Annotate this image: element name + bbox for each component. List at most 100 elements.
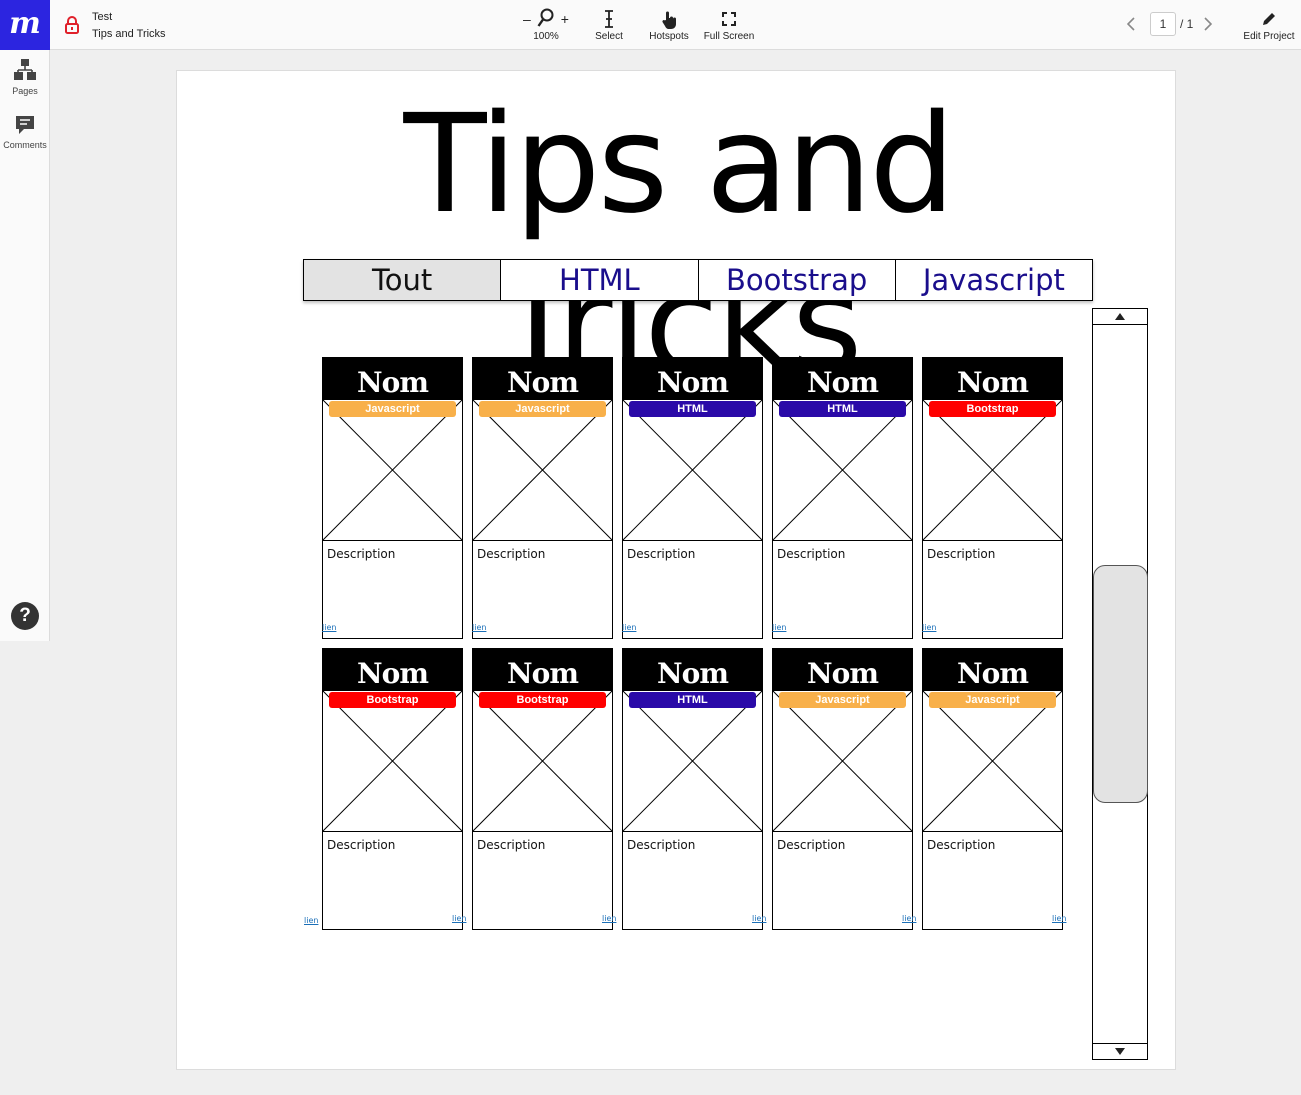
image-placeholder: [773, 400, 912, 540]
tip-card[interactable]: Nom Bootstrap Description: [922, 357, 1063, 639]
card-description-text: Description: [927, 547, 996, 561]
hand-pointer-icon: [644, 8, 694, 30]
card-link[interactable]: lien: [622, 623, 636, 632]
card-description: Description: [923, 831, 1062, 929]
hotspots-label: Hotspots: [649, 31, 689, 42]
card-link[interactable]: lien: [902, 914, 916, 923]
card-tag-badge: Javascript: [479, 401, 606, 417]
scrollbar-thumb[interactable]: [1093, 565, 1148, 803]
zoom-in-button[interactable]: +: [561, 11, 569, 27]
card-link[interactable]: lien: [1052, 914, 1066, 923]
image-placeholder: [323, 691, 462, 831]
tip-card[interactable]: Nom HTML Description: [622, 357, 763, 639]
card-tag-badge: Javascript: [779, 692, 906, 708]
card-tag-badge: Bootstrap: [479, 692, 606, 708]
card-description: Description: [773, 540, 912, 638]
tip-card[interactable]: Nom Javascript Description: [322, 357, 463, 639]
card-link[interactable]: lien: [752, 914, 766, 923]
scroll-down-arrow-icon[interactable]: [1093, 1043, 1147, 1059]
card-description-text: Description: [927, 838, 996, 852]
card-description: Description: [473, 540, 612, 638]
image-placeholder: [323, 400, 462, 540]
zoom-icon: [537, 8, 555, 31]
tab-javascript[interactable]: Javascript: [896, 260, 1092, 300]
page-navigator: 1 / 1: [1124, 12, 1215, 36]
tip-card[interactable]: Nom Javascript Description: [472, 357, 613, 639]
card-link[interactable]: lien: [602, 914, 616, 923]
tab-html[interactable]: HTML: [501, 260, 699, 300]
page-total: / 1: [1180, 17, 1194, 31]
sidebar-item-comments[interactable]: Comments: [0, 114, 50, 150]
tip-card[interactable]: Nom Javascript Description: [772, 648, 913, 930]
card-tag-badge: HTML: [629, 401, 756, 417]
select-tool[interactable]: Select: [589, 8, 629, 42]
card-description-text: Description: [327, 547, 396, 561]
comments-label: Comments: [3, 140, 47, 150]
card-description: Description: [473, 831, 612, 929]
zoom-level: 100%: [533, 31, 559, 42]
chevron-right-icon[interactable]: [1201, 13, 1215, 35]
card-description: Description: [623, 540, 762, 638]
filter-tabs: Tout HTML Bootstrap Javascript: [303, 259, 1093, 301]
fullscreen-icon: [700, 8, 758, 30]
card-title: Nom: [323, 649, 462, 691]
scroll-up-arrow-icon[interactable]: [1093, 309, 1147, 325]
card-title: Nom: [923, 358, 1062, 400]
card-title: Nom: [623, 649, 762, 691]
pages-label: Pages: [12, 86, 38, 96]
card-description: Description: [323, 540, 462, 638]
tab-tout[interactable]: Tout: [304, 260, 502, 300]
text-cursor-icon: [589, 8, 629, 30]
hotspots-tool[interactable]: Hotspots: [644, 8, 694, 42]
tip-card[interactable]: Nom Bootstrap Description: [472, 648, 613, 930]
page-number-input[interactable]: 1: [1150, 12, 1176, 36]
tab-bootstrap[interactable]: Bootstrap: [699, 260, 896, 300]
card-link[interactable]: lien: [772, 623, 786, 632]
card-link[interactable]: lien: [922, 623, 936, 632]
left-sidebar: Pages Comments ?: [0, 50, 50, 641]
image-placeholder: [923, 400, 1062, 540]
card-link[interactable]: lien: [304, 916, 318, 925]
card-tag-badge: Bootstrap: [929, 401, 1056, 417]
image-placeholder: [473, 691, 612, 831]
card-description: Description: [323, 831, 462, 929]
fullscreen-tool[interactable]: Full Screen: [700, 8, 758, 42]
card-link[interactable]: lien: [472, 623, 486, 632]
zoom-out-button[interactable]: –: [523, 11, 531, 27]
app-logo[interactable]: m: [0, 0, 50, 50]
scrollbar[interactable]: [1092, 308, 1148, 1060]
image-placeholder: [623, 691, 762, 831]
tip-card[interactable]: Nom Bootstrap Description: [322, 648, 463, 930]
sidebar-item-pages[interactable]: Pages: [0, 58, 50, 96]
card-title: Nom: [323, 358, 462, 400]
card-description-text: Description: [327, 838, 396, 852]
card-link[interactable]: lien: [452, 914, 466, 923]
pencil-icon: [1240, 8, 1298, 30]
chevron-left-icon[interactable]: [1124, 13, 1138, 35]
card-description-text: Description: [627, 547, 696, 561]
comment-icon: [0, 114, 50, 138]
card-tag-badge: HTML: [779, 401, 906, 417]
page-name: Tips and Tricks: [92, 28, 166, 40]
card-title: Nom: [473, 358, 612, 400]
image-placeholder: [623, 400, 762, 540]
help-icon[interactable]: ?: [11, 602, 39, 630]
card-link[interactable]: lien: [322, 623, 336, 632]
lock-icon[interactable]: [64, 16, 80, 34]
project-name: Test: [92, 11, 113, 23]
tip-card[interactable]: Nom HTML Description: [622, 648, 763, 930]
card-tag-badge: Javascript: [929, 692, 1056, 708]
edit-project-button[interactable]: Edit Project: [1240, 8, 1298, 42]
image-placeholder: [923, 691, 1062, 831]
card-tag-badge: HTML: [629, 692, 756, 708]
tip-card[interactable]: Nom HTML Description: [772, 357, 913, 639]
card-description-text: Description: [777, 547, 846, 561]
card-tag-badge: Bootstrap: [329, 692, 456, 708]
tip-card[interactable]: Nom Javascript Description: [922, 648, 1063, 930]
image-placeholder: [773, 691, 912, 831]
card-title: Nom: [773, 649, 912, 691]
card-title: Nom: [773, 358, 912, 400]
top-toolbar: m Test Tips and Tricks – + 100% Select H: [0, 0, 1301, 50]
card-title: Nom: [473, 649, 612, 691]
card-description-text: Description: [777, 838, 846, 852]
